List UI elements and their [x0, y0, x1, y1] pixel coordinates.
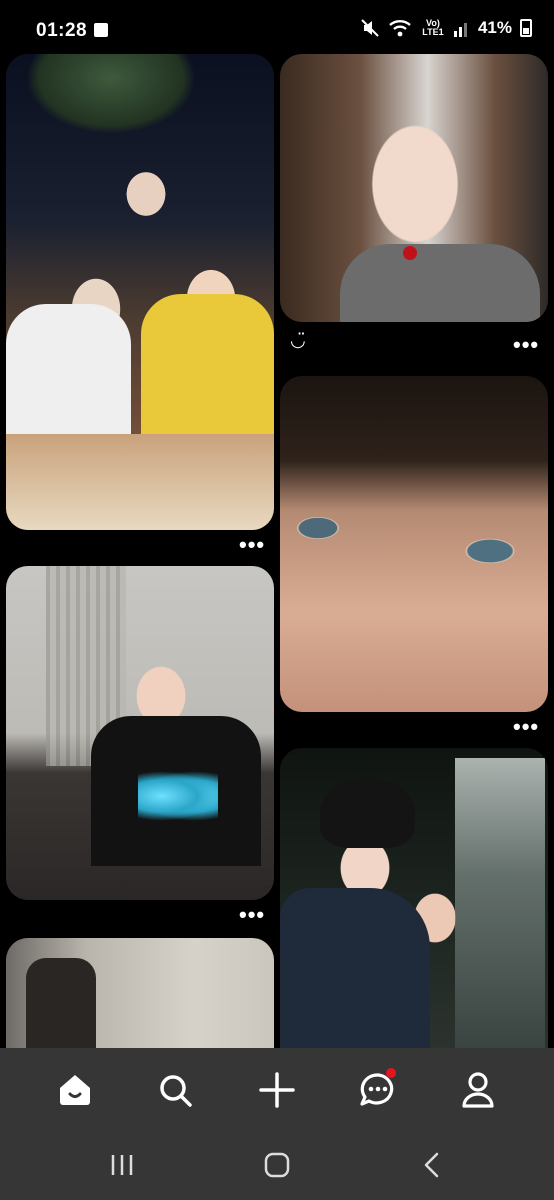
person-hair	[320, 778, 415, 848]
recent-apps-button[interactable]	[102, 1148, 142, 1182]
food-table	[6, 434, 274, 530]
recent-apps-icon	[111, 1155, 133, 1175]
pin-4-more-button[interactable]: •••	[239, 904, 265, 926]
system-nav-bar	[0, 1130, 554, 1200]
pin-image-6[interactable]	[280, 748, 548, 1048]
search-icon	[160, 1075, 192, 1107]
pin-feed[interactable]: ••• ◡̈ ••• ••• •••	[0, 52, 554, 1048]
status-bar: 01:28 Vo) LTE1 41%	[0, 0, 554, 52]
nav-profile[interactable]	[456, 1068, 500, 1112]
home-circle-icon	[264, 1152, 290, 1178]
bottom-nav	[0, 1048, 554, 1130]
person-white-shirt	[6, 304, 131, 444]
pin-3-more-button[interactable]: •••	[513, 716, 539, 738]
mute-icon	[361, 19, 379, 37]
glass-panel	[455, 758, 545, 1048]
pin-image-4[interactable]	[6, 566, 274, 900]
back-button[interactable]	[412, 1148, 452, 1182]
pin-2-caption: ◡̈	[290, 330, 306, 350]
person-yellow-shirt	[141, 294, 274, 444]
pin-image-2[interactable]	[280, 54, 548, 322]
signal-icon	[453, 23, 467, 37]
pin-image-1[interactable]	[6, 54, 274, 530]
plus-icon	[259, 1072, 295, 1108]
nav-messages[interactable]	[356, 1068, 400, 1112]
palm-tree-decor	[26, 54, 196, 134]
notification-dot	[386, 1068, 396, 1078]
heart-necklace	[403, 246, 417, 260]
nav-search[interactable]	[153, 1068, 197, 1112]
status-indicators: Vo) LTE1 41%	[360, 18, 532, 38]
butterfly-print	[138, 771, 218, 821]
system-home-button[interactable]	[257, 1148, 297, 1182]
person-blazer	[340, 244, 540, 322]
network-label: Vo) LTE1	[422, 18, 444, 37]
hanging-coat	[26, 958, 96, 1048]
home-icon	[60, 1075, 90, 1105]
wifi-icon	[389, 20, 411, 37]
pin-image-3[interactable]	[280, 376, 548, 712]
profile-icon	[462, 1072, 494, 1108]
nav-home[interactable]	[53, 1068, 97, 1112]
person-dark-shirt	[280, 888, 430, 1048]
pin-2-more-button[interactable]: •••	[513, 334, 539, 356]
nav-create[interactable]	[255, 1068, 299, 1112]
checklist-icon	[94, 23, 108, 37]
pin-image-5[interactable]	[6, 938, 274, 1048]
battery-percent: 41%	[477, 18, 512, 37]
status-time: 01:28	[36, 20, 88, 41]
back-icon	[424, 1152, 439, 1178]
pin-1-more-button[interactable]: •••	[239, 534, 265, 556]
battery-icon	[520, 19, 532, 37]
